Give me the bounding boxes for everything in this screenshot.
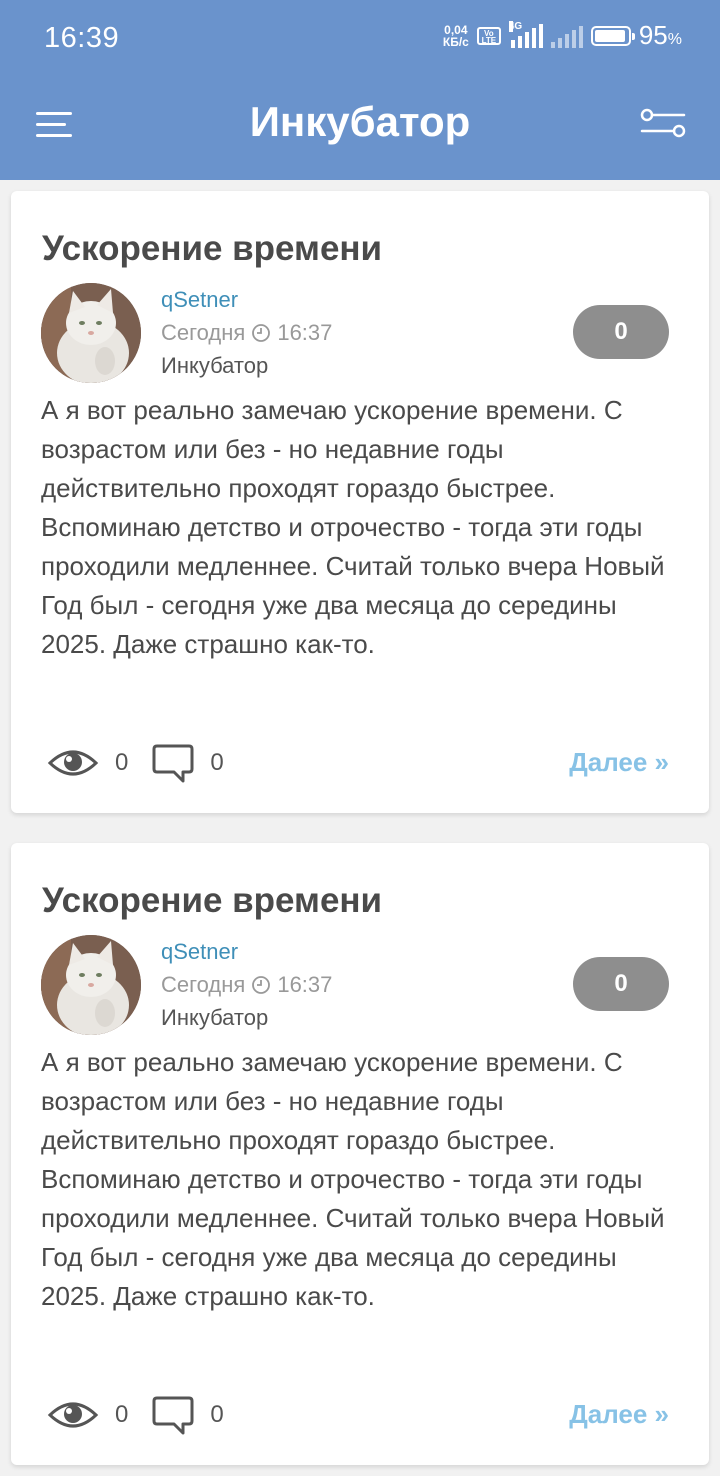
read-more-link[interactable]: Далее » [569, 1399, 669, 1430]
post-title[interactable]: Ускорение времени [42, 229, 382, 269]
battery-fill [594, 29, 626, 42]
network-speed-value: 0,04 [444, 22, 468, 37]
author-link[interactable]: qSetner [161, 287, 238, 313]
comments-count: 0 [210, 749, 224, 776]
battery-icon [590, 25, 635, 46]
post-excerpt: А я вот реально замечаю ускорение времен… [41, 1047, 665, 1311]
date-label: Сегодня [161, 320, 246, 345]
post-date: Сегодня 16:37 [161, 320, 332, 346]
status-icons: 0,04 КБ/с Vo LTE 4G 95% [443, 20, 682, 51]
rating-badge: 0 [573, 305, 669, 359]
status-bar: 16:39 0,04 КБ/с Vo LTE 4G 95% [0, 0, 720, 78]
author-avatar[interactable] [41, 935, 141, 1035]
post-card[interactable]: Ускорение времени qSetner Сегодня 16:37 … [11, 843, 709, 1465]
post-category[interactable]: Инкубатор [161, 353, 268, 379]
time-label: 16:37 [277, 320, 333, 345]
date-label: Сегодня [161, 972, 246, 997]
eye-icon [47, 750, 99, 776]
time-label: 16:37 [277, 972, 333, 997]
post-date: Сегодня 16:37 [161, 972, 332, 998]
network-type-label: 4G [508, 20, 523, 32]
views-count: 0 [115, 1401, 129, 1428]
post-stats: 0 0 [47, 743, 248, 783]
clock-icon [252, 324, 271, 342]
views-count: 0 [115, 749, 129, 776]
comment-icon [152, 1396, 194, 1435]
author-link[interactable]: qSetner [161, 939, 238, 965]
rating-badge: 0 [573, 957, 669, 1011]
signal-sim2-icon [550, 24, 583, 48]
post-excerpt: А я вот реально замечаю ускорение времен… [41, 395, 665, 659]
page-title: Инкубатор [249, 98, 471, 145]
post-card[interactable]: Ускорение времени qSetner Сегодня 16:37 … [11, 191, 709, 813]
battery-percent: 95% [638, 20, 682, 50]
network-speed: 0,04 КБ/с [443, 24, 469, 48]
read-more-link[interactable]: Далее » [569, 747, 669, 778]
comment-icon [152, 744, 194, 783]
eye-icon [47, 1402, 99, 1428]
post-stats: 0 0 [47, 1395, 248, 1435]
comments-count: 0 [210, 1401, 224, 1428]
filter-sliders-icon[interactable] [640, 106, 686, 140]
post-category[interactable]: Инкубатор [161, 1005, 268, 1031]
signal-4g-icon: 4G [508, 20, 543, 48]
volte-icon: Vo LTE [476, 26, 501, 45]
post-title[interactable]: Ускорение времени [42, 881, 382, 921]
clock-icon [252, 976, 271, 994]
app-bar: 16:39 0,04 КБ/с Vo LTE 4G 95% Инкубатор [0, 0, 720, 180]
author-avatar[interactable] [41, 283, 141, 383]
status-time: 16:39 [44, 22, 120, 54]
network-speed-unit: КБ/с [442, 34, 469, 49]
